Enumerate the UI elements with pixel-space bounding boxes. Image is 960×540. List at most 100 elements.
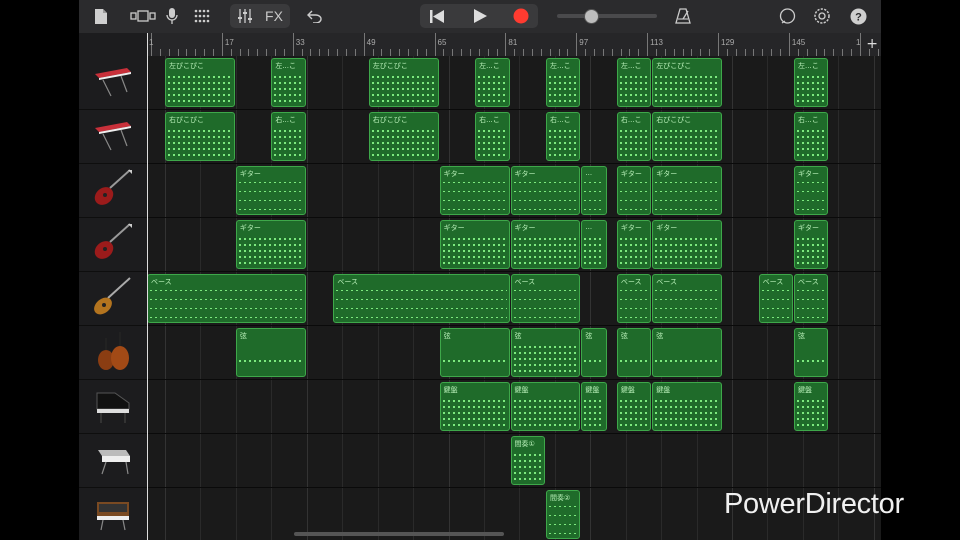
loop-browser-icon[interactable] bbox=[777, 4, 797, 28]
midi-region[interactable]: ... bbox=[581, 220, 607, 269]
midi-region[interactable]: 弦 bbox=[439, 328, 510, 377]
midi-region[interactable]: ギター bbox=[439, 220, 510, 269]
midi-region[interactable]: ベース bbox=[758, 274, 794, 323]
midi-region[interactable]: 右...こ bbox=[545, 112, 581, 161]
midi-region[interactable]: 右...こ bbox=[475, 112, 510, 161]
region-label: 右...こ bbox=[798, 116, 819, 124]
metronome-icon[interactable] bbox=[673, 4, 693, 28]
midi-region[interactable]: 間奏② bbox=[545, 490, 581, 539]
undo-icon[interactable] bbox=[305, 4, 325, 28]
region-label: ギター bbox=[620, 170, 642, 178]
midi-region[interactable]: 鍵盤 bbox=[616, 382, 652, 431]
track-lane[interactable]: 右ぴこぴこ 右...こ 右ぴこぴこ 右...こ 右...こ 右...こ 右ぴこぴこ 右...こ bbox=[147, 110, 881, 164]
ruler-tick bbox=[691, 49, 693, 56]
playhead[interactable] bbox=[147, 33, 148, 540]
midi-region[interactable]: ギター bbox=[794, 220, 829, 269]
midi-region[interactable]: 弦 bbox=[652, 328, 723, 377]
midi-region[interactable]: 右...こ bbox=[271, 112, 306, 161]
slider-knob[interactable] bbox=[584, 9, 599, 24]
midi-region[interactable]: 左ぴこぴこ bbox=[652, 58, 723, 107]
ruler-tick bbox=[647, 33, 649, 56]
settings-gear-icon[interactable] bbox=[812, 4, 832, 28]
midi-region[interactable]: ギター bbox=[652, 220, 723, 269]
region-label: 弦 bbox=[585, 332, 593, 340]
timeline-ruler[interactable]: 1 17 33 49 65 81 97 113 129 145 1 bbox=[147, 33, 881, 56]
mixer-sliders-icon[interactable] bbox=[234, 4, 256, 28]
midi-region[interactable]: ベース bbox=[652, 274, 723, 323]
track-header[interactable] bbox=[79, 218, 147, 272]
midi-region[interactable]: ギター bbox=[616, 166, 652, 215]
midi-region[interactable]: 右ぴこぴこ bbox=[652, 112, 723, 161]
tempo-slider[interactable] bbox=[557, 4, 657, 28]
midi-region[interactable]: ベース bbox=[616, 274, 652, 323]
rewind-icon[interactable] bbox=[426, 4, 448, 28]
midi-region[interactable]: ギター bbox=[235, 166, 306, 215]
track-header[interactable] bbox=[79, 164, 147, 218]
midi-region[interactable]: 鍵盤 bbox=[652, 382, 723, 431]
midi-region[interactable]: ベース bbox=[510, 274, 581, 323]
track-lane[interactable]: ベース ベース ベース ベース ベース ベース ベース bbox=[147, 272, 881, 326]
midi-region[interactable]: ... bbox=[581, 166, 607, 215]
midi-region[interactable]: 右ぴこぴこ bbox=[368, 112, 439, 161]
midi-region[interactable]: 鍵盤 bbox=[510, 382, 581, 431]
track-header[interactable] bbox=[79, 434, 147, 488]
track-lane[interactable]: ギター ギター ギター... ギター ギター ギター bbox=[147, 164, 881, 218]
midi-region[interactable]: 左...こ bbox=[271, 58, 306, 107]
midi-region[interactable]: ギター bbox=[794, 166, 829, 215]
track-lane[interactable]: ギター ギター ギター... ギター ギター ギター bbox=[147, 218, 881, 272]
browser-view-icon[interactable] bbox=[129, 4, 157, 28]
microphone-icon[interactable] bbox=[163, 4, 181, 28]
midi-region[interactable]: ギター bbox=[439, 166, 510, 215]
midi-region[interactable]: 右ぴこぴこ bbox=[165, 112, 235, 161]
midi-region[interactable]: 右...こ bbox=[616, 112, 652, 161]
region-label: 左...こ bbox=[275, 62, 296, 70]
midi-region[interactable]: 弦 bbox=[616, 328, 652, 377]
midi-region[interactable]: 左...こ bbox=[616, 58, 652, 107]
midi-region[interactable]: ギター bbox=[510, 166, 581, 215]
region-notes bbox=[168, 127, 232, 156]
track-header[interactable] bbox=[79, 326, 147, 380]
midi-region[interactable]: 左ぴこぴこ bbox=[368, 58, 439, 107]
midi-region[interactable]: 弦 bbox=[235, 328, 306, 377]
midi-region[interactable]: 鍵盤 bbox=[439, 382, 510, 431]
track-header[interactable] bbox=[79, 110, 147, 164]
help-icon[interactable]: ? bbox=[848, 4, 868, 28]
grid-icon[interactable] bbox=[192, 4, 212, 28]
track-header[interactable] bbox=[79, 272, 147, 326]
midi-region[interactable]: 左...こ bbox=[475, 58, 510, 107]
midi-region[interactable]: 間奏① bbox=[510, 436, 545, 485]
record-icon[interactable] bbox=[510, 4, 532, 28]
midi-region[interactable]: 左ぴこぴこ bbox=[165, 58, 235, 107]
track-lane[interactable]: 鍵盤 鍵盤 鍵盤 鍵盤 鍵盤 鍵盤 bbox=[147, 380, 881, 434]
track-header[interactable] bbox=[79, 488, 147, 540]
midi-region[interactable]: ギター bbox=[510, 220, 581, 269]
add-section-button[interactable]: + bbox=[866, 36, 878, 52]
ruler-tick bbox=[585, 49, 587, 56]
midi-region[interactable]: 弦 bbox=[581, 328, 607, 377]
track-lane[interactable]: 弦弦弦弦弦弦弦 bbox=[147, 326, 881, 380]
midi-region[interactable]: ギター bbox=[616, 220, 652, 269]
midi-region[interactable]: ギター bbox=[235, 220, 306, 269]
midi-region[interactable]: ベース bbox=[147, 274, 306, 323]
midi-region[interactable]: ギター bbox=[652, 166, 723, 215]
track-lane[interactable]: 左ぴこぴこ 左...こ 左ぴこぴこ 左...こ 左...こ 左...こ 左ぴこぴこ 左...こ bbox=[147, 56, 881, 110]
play-icon[interactable] bbox=[469, 4, 491, 28]
fx-button[interactable]: FX bbox=[261, 4, 287, 28]
midi-region[interactable]: ベース bbox=[794, 274, 829, 323]
track-lane[interactable]: 間奏① bbox=[147, 434, 881, 488]
my-songs-icon[interactable] bbox=[91, 4, 111, 28]
midi-region[interactable]: 左...こ bbox=[545, 58, 581, 107]
region-notes bbox=[797, 127, 826, 156]
midi-region[interactable]: 右...こ bbox=[794, 112, 829, 161]
track-header[interactable] bbox=[79, 56, 147, 110]
midi-region[interactable]: 左...こ bbox=[794, 58, 829, 107]
midi-region[interactable]: 鍵盤 bbox=[794, 382, 829, 431]
midi-region[interactable]: ベース bbox=[333, 274, 510, 323]
midi-region[interactable]: 鍵盤 bbox=[581, 382, 607, 431]
region-label: 弦 bbox=[443, 332, 451, 340]
synth-module-icon bbox=[94, 440, 132, 482]
tracks-area[interactable]: 左ぴこぴこ 左...こ 左ぴこぴこ 左...こ 左...こ 左...こ 左ぴこぴこ 左...こ… bbox=[147, 56, 881, 540]
midi-region[interactable]: 弦 bbox=[794, 328, 829, 377]
track-header[interactable] bbox=[79, 380, 147, 434]
midi-region[interactable]: 弦 bbox=[510, 328, 581, 377]
